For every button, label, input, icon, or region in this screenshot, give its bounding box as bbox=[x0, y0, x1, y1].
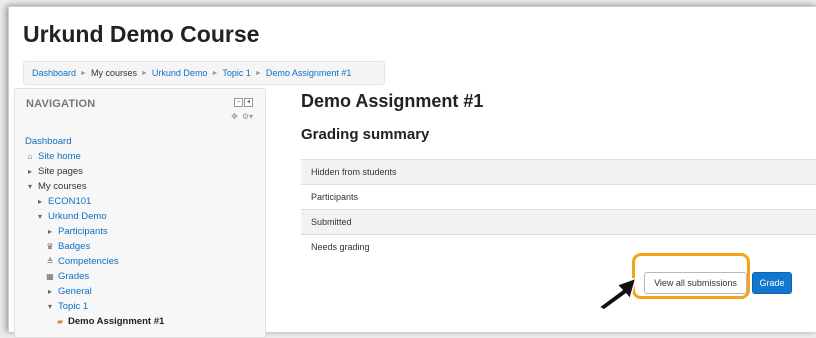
home-icon: ⌂ bbox=[27, 152, 33, 161]
nav-item-topic-1[interactable]: ▾ Topic 1 bbox=[25, 299, 260, 314]
collapsed-arrow-icon: ▸ bbox=[47, 287, 52, 296]
nav-item-label: ECON101 bbox=[48, 196, 92, 207]
block-controls: – ◂ bbox=[234, 98, 253, 107]
scale-icon: ≜ bbox=[46, 257, 54, 266]
grading-summary-table: Hidden from students Participants Submit… bbox=[301, 159, 816, 259]
nav-item-demo-assignment[interactable]: ▰ Demo Assignment #1 bbox=[25, 314, 260, 329]
navigation-heading: NAVIGATION bbox=[26, 98, 96, 110]
grade-button[interactable]: Grade bbox=[752, 272, 792, 294]
collapsed-arrow-icon: ▸ bbox=[47, 227, 52, 236]
navigation-tree: Dashboard ⌂ Site home ▸ Site pages ▾ My … bbox=[25, 134, 260, 329]
nav-item-label: Demo Assignment #1 bbox=[68, 316, 165, 327]
nav-item-dashboard[interactable]: Dashboard bbox=[25, 134, 260, 149]
nav-item-participants[interactable]: ▸ Participants bbox=[25, 224, 260, 239]
breadcrumb-my-courses: My courses bbox=[90, 68, 137, 78]
breadcrumb: Dashboard ► My courses ► Urkund Demo ► T… bbox=[23, 61, 385, 85]
collapsed-arrow-icon: ▸ bbox=[37, 197, 42, 206]
table-row: Submitted bbox=[301, 209, 816, 234]
nav-item-label: Competencies bbox=[58, 256, 119, 267]
nav-item-label: Urkund Demo bbox=[48, 211, 107, 222]
breadcrumb-urkund-demo[interactable]: Urkund Demo bbox=[152, 68, 208, 78]
breadcrumb-separator-icon: ► bbox=[80, 69, 87, 77]
nav-item-label: General bbox=[58, 286, 92, 297]
nav-item-label: Site pages bbox=[38, 166, 83, 177]
nav-item-label: Topic 1 bbox=[58, 301, 89, 312]
expanded-arrow-icon: ▾ bbox=[37, 212, 42, 221]
nav-item-site-pages[interactable]: ▸ Site pages bbox=[25, 164, 260, 179]
nav-item-label: Dashboard bbox=[25, 136, 72, 147]
nav-item-my-courses[interactable]: ▾ My courses bbox=[25, 179, 260, 194]
table-row: Participants bbox=[301, 184, 816, 209]
nav-item-site-home[interactable]: ⌂ Site home bbox=[25, 149, 260, 164]
nav-item-label: Grades bbox=[58, 271, 90, 282]
nav-item-label: Site home bbox=[38, 151, 81, 162]
navigation-block: NAVIGATION – ◂ ✥ ⚙▾ Dashboard ⌂ Site hom… bbox=[14, 88, 266, 338]
nav-item-general[interactable]: ▸ General bbox=[25, 284, 260, 299]
breadcrumb-demo-assignment[interactable]: Demo Assignment #1 bbox=[266, 68, 352, 78]
hide-block-icon[interactable]: ◂ bbox=[244, 98, 253, 107]
nav-item-grades[interactable]: ▦ Grades bbox=[25, 269, 260, 284]
course-title: Urkund Demo Course bbox=[23, 21, 260, 47]
breadcrumb-separator-icon: ► bbox=[211, 69, 219, 77]
collapsed-arrow-icon: ▸ bbox=[27, 167, 32, 176]
breadcrumb-topic-1[interactable]: Topic 1 bbox=[222, 68, 251, 78]
nav-item-badges[interactable]: ♛ Badges bbox=[25, 239, 260, 254]
breadcrumb-dashboard[interactable]: Dashboard bbox=[32, 68, 76, 78]
move-icon[interactable]: ✥ bbox=[231, 112, 238, 121]
mouse-pointer-icon bbox=[598, 277, 637, 311]
trophy-icon: ♛ bbox=[46, 242, 54, 251]
nav-item-competencies[interactable]: ≜ Competencies bbox=[25, 254, 260, 269]
table-row: Hidden from students bbox=[301, 159, 816, 184]
assignment-title: Demo Assignment #1 bbox=[301, 91, 484, 111]
nav-item-label: My courses bbox=[38, 181, 87, 192]
gear-icon[interactable]: ⚙▾ bbox=[242, 112, 253, 121]
breadcrumb-separator-icon: ► bbox=[140, 69, 148, 77]
block-actions: ✥ ⚙▾ bbox=[231, 112, 253, 121]
breadcrumb-separator-icon: ► bbox=[254, 69, 262, 77]
nav-item-econ101[interactable]: ▸ ECON101 bbox=[25, 194, 260, 209]
dock-block-icon[interactable]: – bbox=[234, 98, 243, 107]
grades-table-icon: ▦ bbox=[46, 272, 54, 281]
view-all-submissions-button[interactable]: View all submissions bbox=[644, 272, 747, 294]
expanded-arrow-icon: ▾ bbox=[27, 182, 32, 191]
grading-summary-heading: Grading summary bbox=[301, 126, 430, 143]
nav-item-label: Badges bbox=[58, 241, 91, 252]
expanded-arrow-icon: ▾ bbox=[47, 302, 52, 311]
assignment-icon: ▰ bbox=[56, 317, 64, 326]
nav-item-label: Participants bbox=[58, 226, 108, 237]
nav-item-urkund-demo[interactable]: ▾ Urkund Demo bbox=[25, 209, 260, 224]
